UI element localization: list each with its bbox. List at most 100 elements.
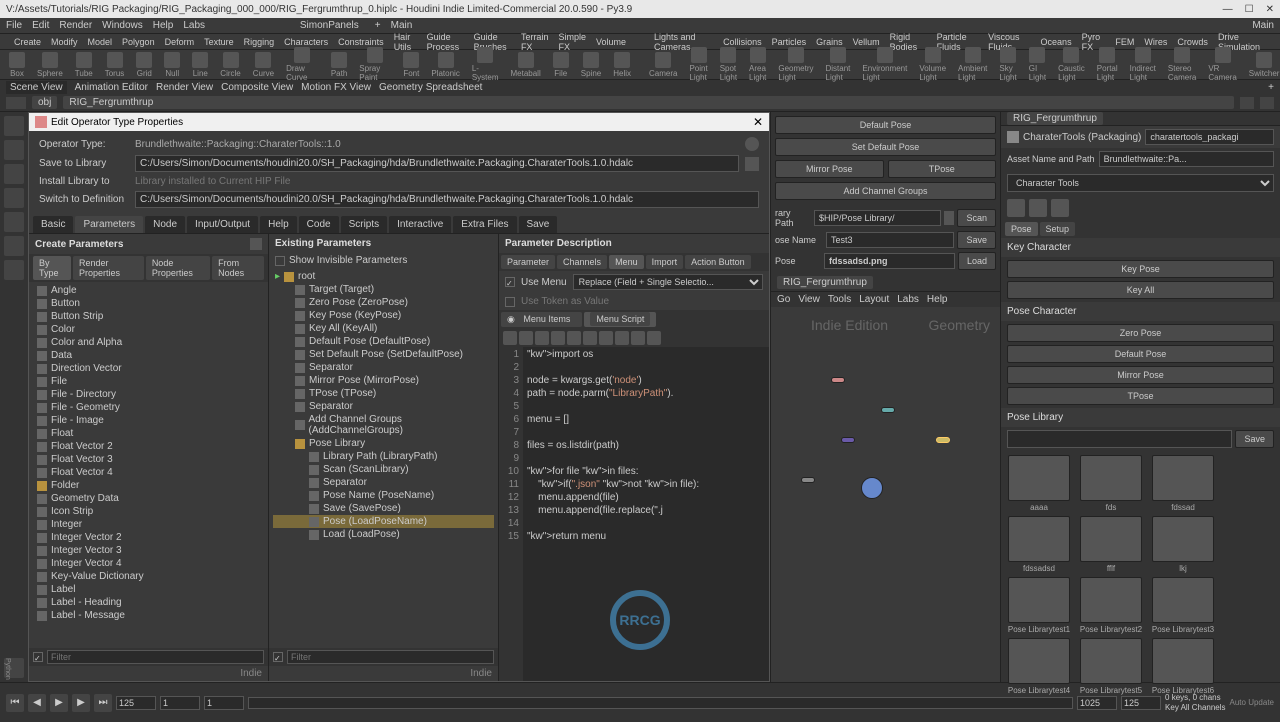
tool-null[interactable]: Null <box>161 51 183 79</box>
close-icon[interactable]: ✕ <box>1266 4 1274 15</box>
dialog-tab-basic[interactable]: Basic <box>33 216 73 233</box>
node-menu-help[interactable]: Help <box>927 294 948 305</box>
view-tool-icon[interactable] <box>4 260 24 280</box>
param-type-item[interactable]: Integer <box>33 518 264 531</box>
home-icon[interactable] <box>6 97 26 109</box>
auto-update-label[interactable]: Auto Update <box>1230 698 1274 707</box>
shelf-tab[interactable]: Model <box>88 37 113 47</box>
script-back-icon[interactable] <box>503 331 517 345</box>
tab-pose[interactable]: Pose <box>1005 222 1038 236</box>
menu-simonpanels[interactable]: SimonPanels <box>300 20 359 31</box>
param-type-item[interactable]: Integer Vector 3 <box>33 544 264 557</box>
tool-distant-light[interactable]: Distant Light <box>823 46 854 83</box>
first-frame-button[interactable]: ⏮ <box>6 694 24 712</box>
tool-helix[interactable]: Helix <box>610 51 634 79</box>
param-type-item[interactable]: Label - Message <box>33 609 264 622</box>
tab-motionfx-view[interactable]: Motion FX View <box>301 82 371 93</box>
tool-environment-light[interactable]: Environment Light <box>859 46 910 83</box>
param-type-item[interactable]: Color and Alpha <box>33 336 264 349</box>
node-menu-tools[interactable]: Tools <box>828 294 851 305</box>
help-icon[interactable] <box>745 137 759 151</box>
zero-pose-button[interactable]: Zero Pose <box>1007 324 1274 342</box>
param-type-item[interactable]: Integer Vector 2 <box>33 531 264 544</box>
param-type-item[interactable]: Float <box>33 427 264 440</box>
library-path-input[interactable] <box>814 210 941 226</box>
save-lib-button[interactable]: Save <box>1235 430 1274 448</box>
node-menu-view[interactable]: View <box>798 294 820 305</box>
param-type-item[interactable]: File <box>33 375 264 388</box>
node-path[interactable]: RIG_Fergrumthrup <box>777 276 873 289</box>
node-5[interactable] <box>801 477 815 483</box>
param-type-item[interactable]: Geometry Data <box>33 492 264 505</box>
scale-tool-icon[interactable] <box>4 188 24 208</box>
tab-by-type[interactable]: By Type <box>33 256 71 280</box>
next-frame-button[interactable]: ▶ <box>72 694 90 712</box>
mirror-pose-button[interactable]: Mirror Pose <box>775 160 884 178</box>
dialog-tab-save[interactable]: Save <box>519 216 558 233</box>
node-6[interactable] <box>861 477 883 499</box>
node-3[interactable] <box>841 437 855 443</box>
tab-render-props[interactable]: Render Properties <box>73 256 144 280</box>
param-type-item[interactable]: Data <box>33 349 264 362</box>
asset-name-input[interactable] <box>1099 151 1274 167</box>
browse-icon[interactable] <box>745 157 759 171</box>
tool-platonic[interactable]: Platonic <box>428 51 462 79</box>
existing-param-item[interactable]: Pose (LoadPoseName) <box>273 515 494 528</box>
dialog-tab-interactive[interactable]: Interactive <box>389 216 451 233</box>
refresh-icon[interactable] <box>1007 199 1025 217</box>
scan-button[interactable]: Scan <box>957 209 996 227</box>
pose-thumb[interactable]: Pose Librarytest6 <box>1149 638 1217 695</box>
tab-render-view[interactable]: Render View <box>156 82 213 93</box>
tool-curve[interactable]: Curve <box>250 51 277 79</box>
tool-geometry-light[interactable]: Geometry Light <box>775 46 816 83</box>
nav-back-icon[interactable] <box>1240 97 1254 109</box>
gear-icon[interactable] <box>250 238 262 250</box>
pose-thumb[interactable]: fflf <box>1077 516 1145 573</box>
node-menu-layout[interactable]: Layout <box>859 294 889 305</box>
set-default-pose-button[interactable]: Set Default Pose <box>775 138 996 156</box>
cur1-input[interactable] <box>1077 696 1117 710</box>
help-right-icon[interactable] <box>1051 199 1069 217</box>
script-expand-icon[interactable] <box>599 331 613 345</box>
shelf-tab[interactable]: Wires <box>1144 37 1167 47</box>
pose-thumb[interactable]: Pose Librarytest3 <box>1149 577 1217 634</box>
shelf-tab[interactable]: Deform <box>165 37 195 47</box>
pose-lib-input[interactable] <box>1007 430 1232 448</box>
menu-render[interactable]: Render <box>59 20 92 31</box>
param-type-item[interactable]: Direction Vector <box>33 362 264 375</box>
existing-param-item[interactable]: Separator <box>273 361 494 374</box>
shelf-tab[interactable]: Modify <box>51 37 78 47</box>
existing-param-item[interactable]: Separator <box>273 476 494 489</box>
tool-metaball[interactable]: Metaball <box>508 51 544 79</box>
existing-param-item[interactable]: Pose Name (PoseName) <box>273 489 494 502</box>
shelf-tab[interactable]: Constraints <box>338 37 384 47</box>
token-check[interactable] <box>505 297 515 307</box>
code-editor[interactable]: 123456789101112131415 "kw">import os nod… <box>499 347 769 681</box>
pose-thumb[interactable]: fds <box>1077 455 1145 512</box>
tool-vr-camera[interactable]: VR Camera <box>1205 46 1239 83</box>
tpose-button[interactable]: TPose <box>888 160 997 178</box>
tool-sphere[interactable]: Sphere <box>34 51 66 79</box>
pose-thumb[interactable]: Pose Librarytest5 <box>1077 638 1145 695</box>
tool-caustic-light[interactable]: Caustic Light <box>1055 46 1088 83</box>
pose-thumb[interactable]: Pose Librarytest4 <box>1005 638 1073 695</box>
mirror-pose-button-2[interactable]: Mirror Pose <box>1007 366 1274 384</box>
tab-from-nodes[interactable]: From Nodes <box>212 256 264 280</box>
add-channel-groups-button[interactable]: Add Channel Groups <box>775 182 996 200</box>
tool-gi-light[interactable]: GI Light <box>1026 46 1049 83</box>
tab-menu-items[interactable]: ◉ Menu Items <box>501 312 582 327</box>
param-type-item[interactable]: Folder <box>33 479 264 492</box>
key-all-button[interactable]: Key All <box>1007 281 1274 299</box>
frame-input[interactable] <box>116 696 156 710</box>
existing-param-item[interactable]: Load (LoadPose) <box>273 528 494 541</box>
param-type-item[interactable]: Key-Value Dictionary <box>33 570 264 583</box>
select-tool-icon[interactable] <box>4 116 24 136</box>
existing-param-item[interactable]: Key All (KeyAll) <box>273 322 494 335</box>
tool-font[interactable]: Font <box>400 51 422 79</box>
existing-param-item[interactable]: Default Pose (DefaultPose) <box>273 335 494 348</box>
path-obj[interactable]: obj <box>32 96 57 109</box>
dialog-tab-inputoutput[interactable]: Input/Output <box>187 216 258 233</box>
menu-windows[interactable]: Windows <box>102 20 143 31</box>
dialog-tab-node[interactable]: Node <box>145 216 185 233</box>
key-pose-button[interactable]: Key Pose <box>1007 260 1274 278</box>
